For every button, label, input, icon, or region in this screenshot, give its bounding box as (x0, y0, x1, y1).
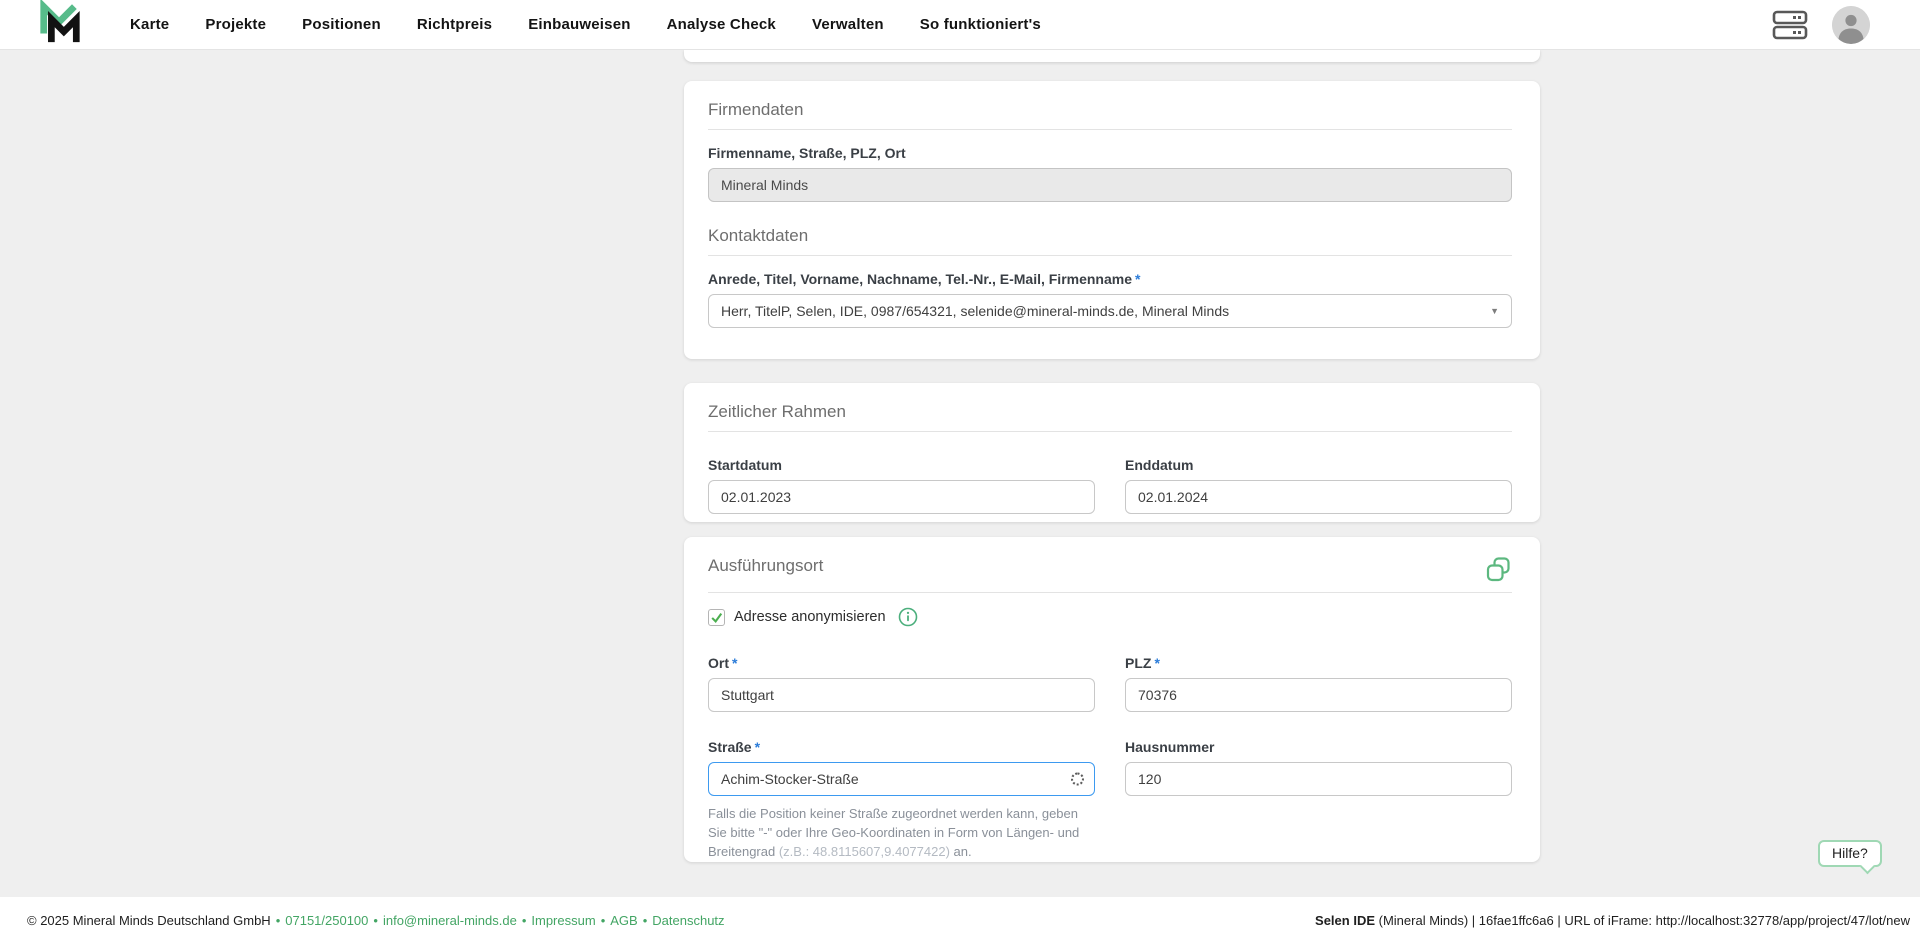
start-date-label: Startdatum (708, 457, 782, 473)
anonymize-address-row: Adresse anonymisieren (708, 607, 1512, 627)
anonymize-address-checkbox[interactable] (708, 608, 725, 626)
nav-item-verwalten[interactable]: Verwalten (812, 16, 884, 33)
info-icon[interactable] (898, 607, 918, 627)
city-label-text: Ort (708, 655, 729, 671)
divider (708, 592, 1512, 593)
end-date-group: Enddatum (1125, 442, 1512, 514)
footer-link-email[interactable]: info@mineral-minds.de (383, 913, 517, 928)
company-name-field (708, 168, 1512, 202)
divider (708, 129, 1512, 130)
help-button[interactable]: Hilfe? (1818, 840, 1882, 867)
required-marker: * (754, 739, 761, 755)
ide-session-info: (Mineral Minds) | 16fae1ffc6a6 | URL of … (1378, 912, 1910, 928)
nav-item-einbauweisen[interactable]: Einbauweisen (528, 16, 630, 33)
zip-group: PLZ * (1125, 640, 1512, 712)
street-hint-suffix: an. (953, 843, 972, 859)
house-number-field[interactable] (1125, 762, 1512, 796)
contact-person-select[interactable]: Herr, TitelP, Selen, IDE, 0987/654321, s… (708, 294, 1512, 328)
nav-item-analyse-check[interactable]: Analyse Check (667, 16, 776, 33)
footer-link-datenschutz[interactable]: Datenschutz (652, 913, 724, 928)
city-label: Ort * (708, 655, 1095, 671)
anonymize-address-label: Adresse anonymisieren (734, 609, 886, 625)
user-avatar-icon[interactable] (1832, 5, 1870, 44)
nav-item-so-funktionierts[interactable]: So funktioniert's (920, 16, 1041, 33)
top-navbar: Karte Projekte Positionen Richtpreis Ein… (0, 0, 1920, 50)
card-title-firmendaten: Firmendaten (708, 100, 804, 119)
footer-separator: • (521, 912, 527, 928)
end-date-field[interactable] (1125, 480, 1512, 514)
footer-debug-info: Selen IDE (Mineral Minds) | 16fae1ffc6a6… (1315, 913, 1910, 928)
card-title-kontaktdaten: Kontaktdaten (708, 226, 809, 245)
nav-item-projekte[interactable]: Projekte (205, 16, 266, 33)
main-navigation: Karte Projekte Positionen Richtpreis Ein… (130, 16, 1041, 33)
divider (708, 255, 1512, 256)
company-data-card: Firmendaten Firmenname, Straße, PLZ, Ort… (684, 81, 1540, 359)
footer-separator: • (275, 912, 281, 928)
company-name-label: Firmenname, Straße, PLZ, Ort (708, 145, 906, 161)
server-icon[interactable] (1772, 10, 1808, 40)
footer-left: © 2025 Mineral Minds Deutschland GmbH • 07… (27, 913, 725, 928)
nav-item-positionen[interactable]: Positionen (302, 16, 381, 33)
city-field[interactable] (708, 678, 1095, 712)
page-footer: © 2025 Mineral Minds Deutschland GmbH • 07… (0, 897, 1920, 943)
contact-person-label-text: Anrede, Titel, Vorname, Nachname, Tel.-N… (708, 271, 1133, 287)
card-title-ausfuehrungsort: Ausführungsort (708, 556, 824, 575)
loading-spinner-icon (1071, 772, 1084, 786)
street-label: Straße * (708, 739, 1095, 755)
footer-link-agb[interactable]: AGB (610, 913, 637, 928)
mineral-minds-logo-icon (34, 0, 86, 50)
end-date-label: Enddatum (1125, 457, 1194, 473)
divider (708, 431, 1512, 432)
dropdown-caret-icon: ▼ (1490, 306, 1499, 316)
zip-field[interactable] (1125, 678, 1512, 712)
nav-item-karte[interactable]: Karte (130, 16, 169, 33)
footer-separator: • (642, 912, 648, 928)
required-marker: * (1154, 655, 1160, 671)
street-hint-text: Falls die Position keiner Straße zugeord… (708, 805, 1095, 862)
footer-link-impressum[interactable]: Impressum (531, 913, 595, 928)
city-group: Ort * (708, 640, 1095, 712)
start-date-group: Startdatum (708, 442, 1095, 514)
app-logo[interactable] (34, 0, 86, 50)
zip-label: PLZ * (1125, 655, 1512, 671)
footer-separator: • (373, 912, 378, 928)
start-date-field[interactable] (708, 480, 1095, 514)
contact-person-label: Anrede, Titel, Vorname, Nachname, Tel.-N… (708, 271, 1512, 287)
copy-icon[interactable] (1485, 556, 1512, 583)
footer-separator: • (600, 912, 606, 928)
timeframe-card: Zeitlicher Rahmen Startdatum Enddatum (684, 383, 1540, 522)
ide-name: Selen IDE (1315, 912, 1375, 928)
required-marker: * (1135, 271, 1141, 287)
footer-link-phone[interactable]: 07151/250100 (285, 913, 368, 928)
house-number-group: Hausnummer (1125, 724, 1512, 862)
execution-location-card: Ausführungsort Adresse anonymisieren Ort… (684, 537, 1540, 862)
street-group: Straße* Falls die Position keiner Straße… (708, 724, 1095, 862)
street-field[interactable] (708, 762, 1095, 796)
house-number-label: Hausnummer (1125, 739, 1215, 755)
contact-person-selected-value: Herr, TitelP, Selen, IDE, 0987/654321, s… (721, 303, 1230, 319)
street-label-text: Straße (708, 739, 752, 755)
zip-label-text: PLZ (1125, 655, 1152, 671)
form-content-column: Firmendaten Firmenname, Straße, PLZ, Ort… (684, 0, 1540, 943)
nav-item-richtpreis[interactable]: Richtpreis (417, 16, 492, 33)
previous-card-bottom-edge (684, 50, 1540, 62)
required-marker: * (732, 655, 738, 671)
navbar-right-actions (1772, 5, 1870, 44)
card-title-zeitlicher-rahmen: Zeitlicher Rahmen (708, 402, 846, 421)
checkmark-icon (711, 612, 723, 623)
street-hint-example: (z.B.: 48.8115607,9.4077422) (778, 843, 950, 859)
copyright-text: © 2025 Mineral Minds Deutschland GmbH (27, 912, 271, 928)
